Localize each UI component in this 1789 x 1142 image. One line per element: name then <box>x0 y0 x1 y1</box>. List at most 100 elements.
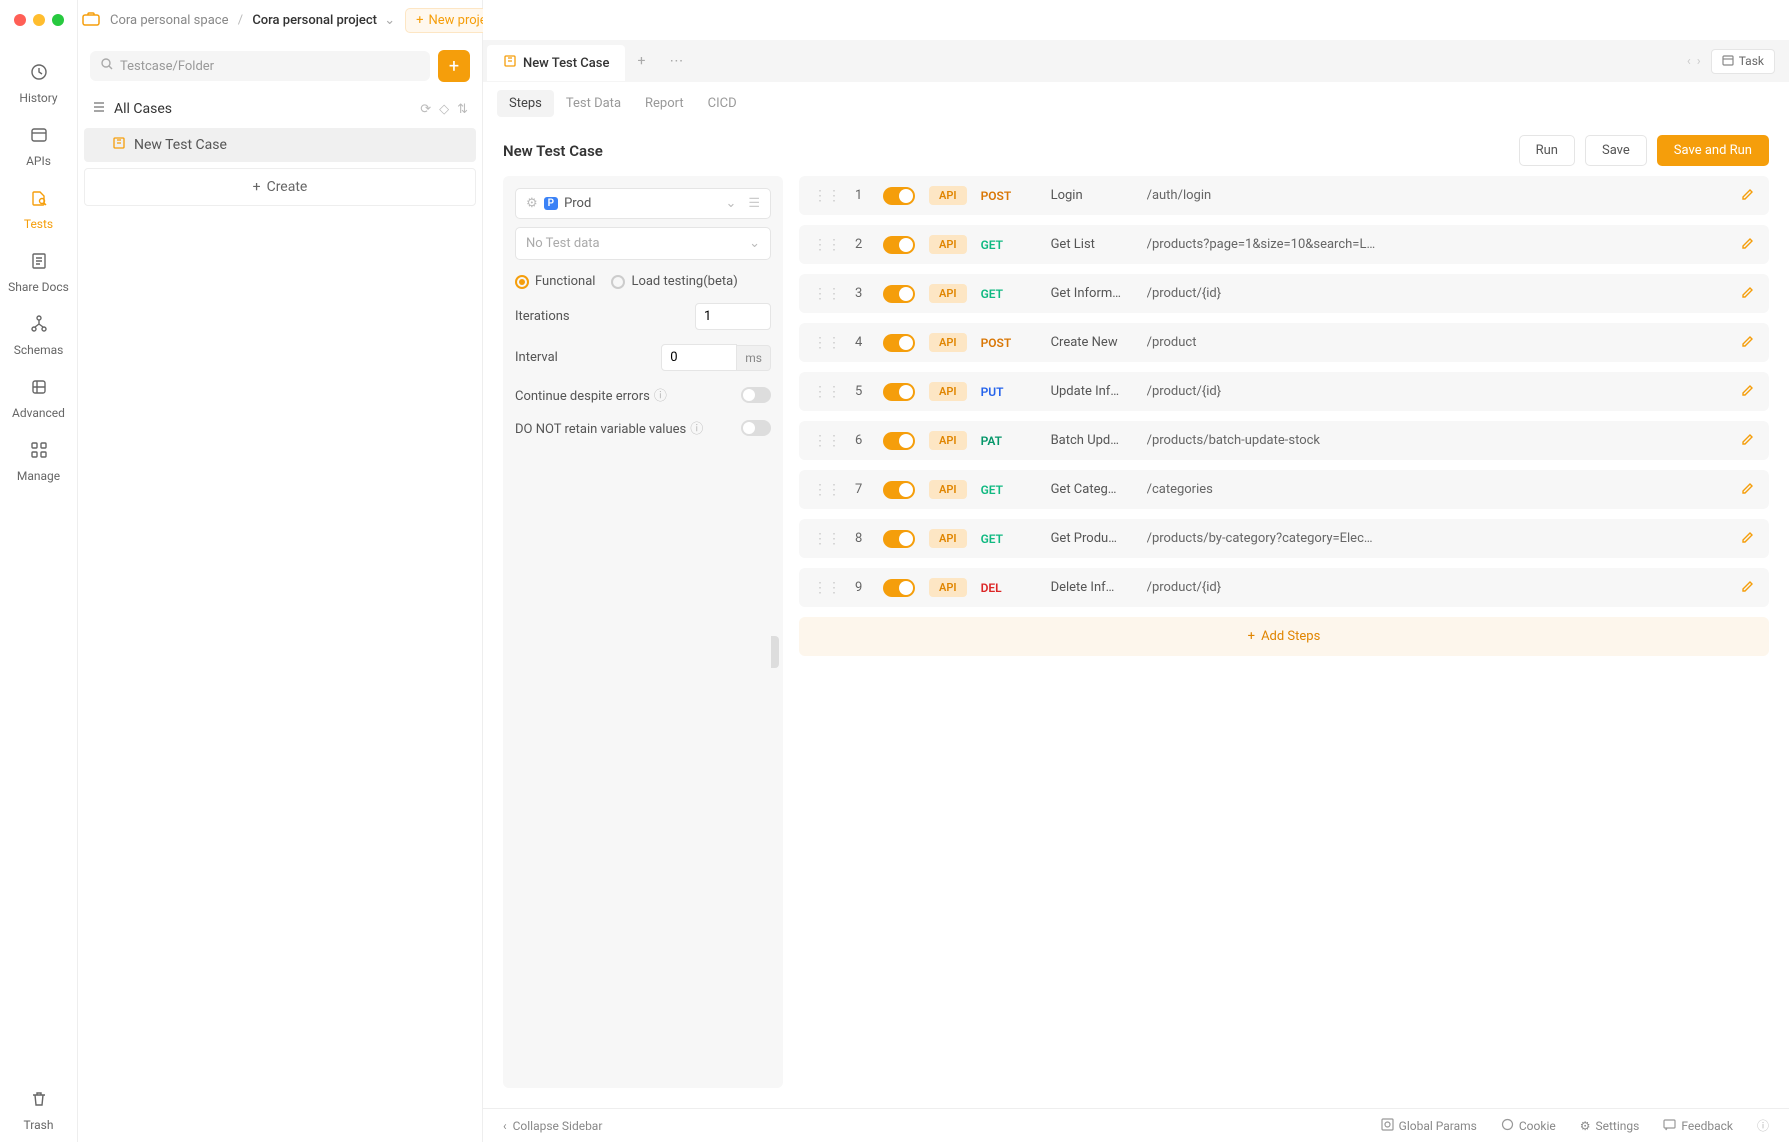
api-badge: API <box>929 284 967 303</box>
menu-icon[interactable]: ☰ <box>748 196 760 211</box>
manage-icon <box>29 440 49 465</box>
rail-manage[interactable]: Manage <box>0 430 77 493</box>
feedback-button[interactable]: Feedback <box>1663 1118 1733 1134</box>
rail-share-docs[interactable]: Share Docs <box>0 241 77 304</box>
rail-label: History <box>19 91 57 105</box>
drag-handle-icon[interactable]: ⋮⋮ <box>813 237 841 253</box>
help-icon[interactable]: ⓘ <box>690 422 703 437</box>
step-row[interactable]: ⋮⋮ 7 API GET Get Categ… /categories <box>799 470 1769 509</box>
drag-handle-icon[interactable]: ⋮⋮ <box>813 286 841 302</box>
step-toggle[interactable] <box>883 285 915 303</box>
edit-icon[interactable] <box>1741 334 1755 352</box>
run-button[interactable]: Run <box>1519 135 1575 166</box>
help-icon[interactable]: ⓘ <box>654 389 667 404</box>
step-row[interactable]: ⋮⋮ 2 API GET Get List /products?page=1&s… <box>799 225 1769 264</box>
subtab-test-data[interactable]: Test Data <box>554 90 633 117</box>
step-row[interactable]: ⋮⋮ 1 API POST Login /auth/login <box>799 176 1769 215</box>
drag-handle-icon[interactable]: ⋮⋮ <box>813 580 841 596</box>
save-button[interactable]: Save <box>1585 135 1647 166</box>
create-button[interactable]: + Create <box>84 168 476 206</box>
edit-icon[interactable] <box>1741 530 1755 548</box>
edit-icon[interactable] <box>1741 432 1755 450</box>
drag-handle-icon[interactable]: ⋮⋮ <box>813 531 841 547</box>
sort-icon[interactable]: ⇅ <box>457 102 468 117</box>
case-item[interactable]: New Test Case <box>84 128 476 162</box>
http-method: GET <box>981 287 1037 301</box>
rail-tests[interactable]: Tests <box>0 178 77 241</box>
all-cases-row[interactable]: All Cases ⟳ ◇ ⇅ <box>78 92 482 126</box>
step-path: /product/{id} <box>1147 580 1727 595</box>
subtab-report[interactable]: Report <box>633 90 696 117</box>
step-row[interactable]: ⋮⋮ 5 API PUT Update Inf… /product/{id} <box>799 372 1769 411</box>
panel-resize-handle[interactable] <box>771 636 779 668</box>
step-row[interactable]: ⋮⋮ 4 API POST Create New /product <box>799 323 1769 362</box>
rail-trash[interactable]: Trash <box>0 1079 77 1142</box>
cookie-button[interactable]: Cookie <box>1501 1118 1556 1134</box>
close-window-icon[interactable] <box>14 14 26 26</box>
interval-input[interactable] <box>661 344 737 371</box>
drag-handle-icon[interactable]: ⋮⋮ <box>813 188 841 204</box>
rail-apis[interactable]: APIs <box>0 115 77 178</box>
edit-icon[interactable] <box>1741 579 1755 597</box>
breadcrumb[interactable]: Cora personal space / Cora personal proj… <box>110 13 395 28</box>
minimize-window-icon[interactable] <box>33 14 45 26</box>
edit-icon[interactable] <box>1741 236 1755 254</box>
project-name[interactable]: Cora personal project <box>252 13 377 28</box>
continue-errors-toggle[interactable] <box>741 387 771 403</box>
step-row[interactable]: ⋮⋮ 3 API GET Get Inform… /product/{id} <box>799 274 1769 313</box>
workspace-icon <box>82 11 100 30</box>
interval-unit: ms <box>737 345 771 371</box>
edit-icon[interactable] <box>1741 383 1755 401</box>
step-toggle[interactable] <box>883 236 915 254</box>
refresh-icon[interactable]: ⟳ <box>420 102 431 117</box>
step-row[interactable]: ⋮⋮ 6 API PAT Batch Upd… /products/batch-… <box>799 421 1769 460</box>
add-button[interactable]: + <box>438 50 470 82</box>
iterations-input[interactable] <box>695 303 771 330</box>
settings-button[interactable]: ⚙ Settings <box>1580 1119 1640 1133</box>
maximize-window-icon[interactable] <box>52 14 64 26</box>
global-params-button[interactable]: Global Params <box>1381 1118 1477 1134</box>
rail-schemas[interactable]: Schemas <box>0 304 77 367</box>
step-row[interactable]: ⋮⋮ 8 API GET Get Produ… /products/by-cat… <box>799 519 1769 558</box>
step-name: Get List <box>1051 237 1133 252</box>
step-toggle[interactable] <box>883 530 915 548</box>
nav-prev-icon[interactable]: ‹ <box>1687 54 1691 69</box>
collapse-sidebar-button[interactable]: ‹ Collapse Sidebar <box>503 1119 602 1133</box>
radio-load-testing[interactable]: Load testing(beta) <box>611 274 737 289</box>
nav-next-icon[interactable]: › <box>1697 54 1701 69</box>
rail-advanced[interactable]: Advanced <box>0 367 77 430</box>
subtab-steps[interactable]: Steps <box>497 90 554 117</box>
search-input[interactable]: Testcase/Folder <box>90 51 430 81</box>
edit-icon[interactable] <box>1741 285 1755 303</box>
step-toggle[interactable] <box>883 432 915 450</box>
tab-add-button[interactable]: + <box>625 45 657 77</box>
step-toggle[interactable] <box>883 334 915 352</box>
rail-history[interactable]: History <box>0 52 77 115</box>
step-toggle[interactable] <box>883 579 915 597</box>
edit-icon[interactable] <box>1741 187 1755 205</box>
tab-more-button[interactable]: ⋯ <box>657 45 695 77</box>
testdata-selector[interactable]: No Test data ⌄ <box>515 227 771 260</box>
step-toggle[interactable] <box>883 481 915 499</box>
drag-handle-icon[interactable]: ⋮⋮ <box>813 335 841 351</box>
steps-panel: ⋮⋮ 1 API POST Login /auth/login ⋮⋮ 2 API… <box>799 176 1769 1088</box>
edit-icon[interactable] <box>1741 481 1755 499</box>
radio-functional[interactable]: Functional <box>515 274 595 289</box>
task-button[interactable]: Task <box>1711 49 1775 74</box>
info-icon[interactable]: ⓘ <box>1757 1117 1769 1134</box>
diamond-icon[interactable]: ◇ <box>439 102 449 117</box>
retain-values-toggle[interactable] <box>741 420 771 436</box>
drag-handle-icon[interactable]: ⋮⋮ <box>813 384 841 400</box>
subtab-cicd[interactable]: CICD <box>696 90 749 117</box>
drag-handle-icon[interactable]: ⋮⋮ <box>813 482 841 498</box>
chevron-down-icon[interactable]: ⌄ <box>384 13 395 28</box>
add-steps-button[interactable]: +Add Steps <box>799 617 1769 656</box>
workspace-name[interactable]: Cora personal space <box>110 13 228 28</box>
step-row[interactable]: ⋮⋮ 9 API DEL Delete Inf… /product/{id} <box>799 568 1769 607</box>
drag-handle-icon[interactable]: ⋮⋮ <box>813 433 841 449</box>
tab-new-test-case[interactable]: New Test Case <box>487 45 625 81</box>
env-selector[interactable]: ⚙ P Prod ⌄ ☰ <box>515 188 771 219</box>
step-toggle[interactable] <box>883 383 915 401</box>
save-and-run-button[interactable]: Save and Run <box>1657 135 1769 166</box>
step-toggle[interactable] <box>883 187 915 205</box>
